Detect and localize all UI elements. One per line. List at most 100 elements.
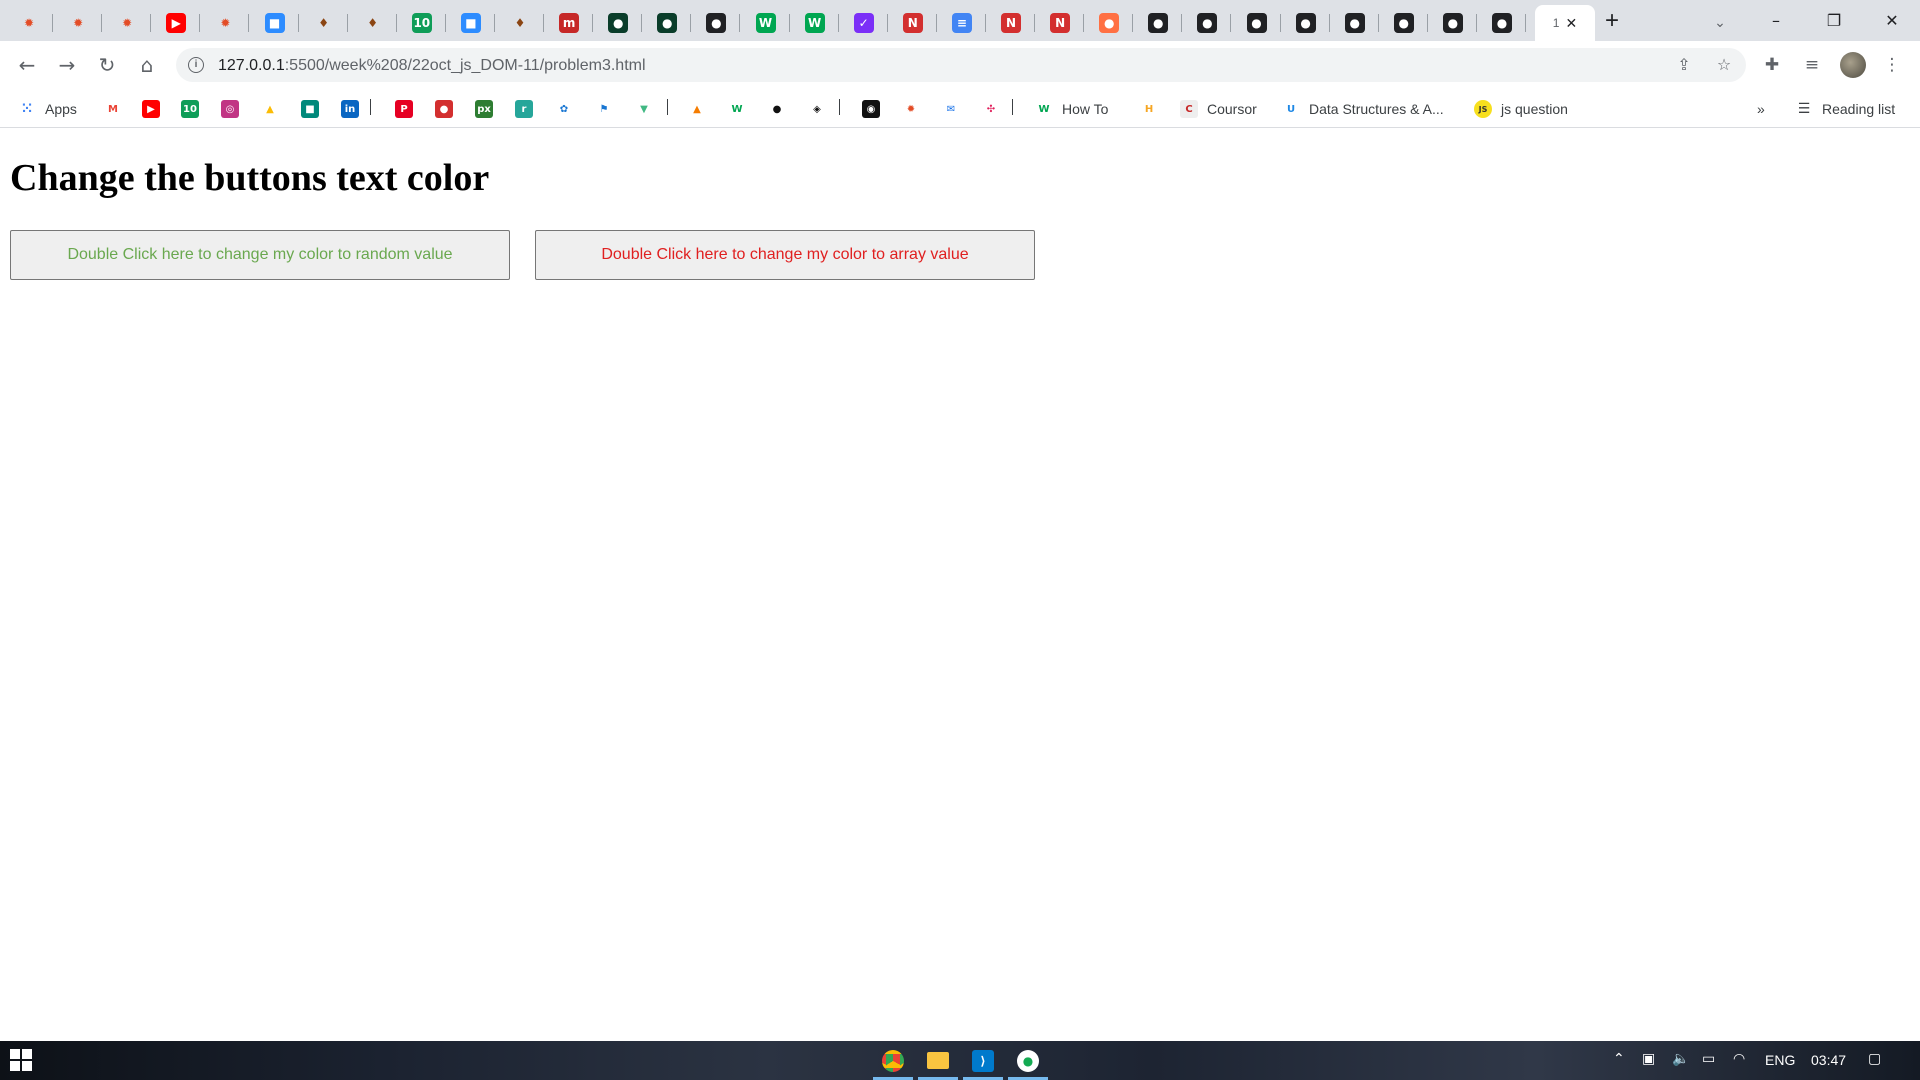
battery-icon[interactable]: ▭ [1702, 1051, 1715, 1067]
media-control-icon[interactable]: ≡ [1800, 53, 1824, 77]
bookmark-item[interactable]: ● [435, 98, 453, 120]
profile-avatar[interactable] [1840, 52, 1866, 78]
leaf-icon: ● [657, 13, 678, 33]
browser-tab[interactable]: ✹ [103, 5, 152, 41]
browser-tab[interactable]: ▶ [152, 5, 201, 41]
bookmark-item[interactable]: ▲ [261, 98, 279, 120]
browser-tab[interactable]: ● [594, 5, 643, 41]
taskbar-chrome-icon[interactable] [870, 1041, 916, 1080]
share-icon[interactable]: ⇪ [1673, 54, 1695, 76]
volume-icon[interactable]: 🔈 [1672, 1051, 1689, 1067]
browser-tab[interactable]: ● [1134, 5, 1183, 41]
browser-tab[interactable]: N [889, 5, 937, 41]
bookmark-item[interactable]: M [104, 98, 122, 120]
browser-tab[interactable]: ♦ [349, 5, 397, 41]
bookmark-item[interactable]: ◈ [808, 98, 826, 120]
browser-tab[interactable]: ● [1331, 5, 1379, 41]
home-button[interactable]: ⌂ [133, 51, 161, 79]
address-bar[interactable]: i 127.0.0.1:5500/week%208/22oct_js_DOM-1… [176, 48, 1746, 82]
bookmark-item[interactable]: ✹ [902, 98, 920, 120]
browser-tab[interactable]: ✓ [840, 5, 888, 41]
bookmark-item[interactable]: ◎ [221, 98, 239, 120]
browser-tab[interactable]: ■ [251, 5, 299, 41]
browser-tab[interactable]: ● [643, 5, 692, 41]
bookmark-item[interactable]: ✿ [555, 98, 573, 120]
browser-tab[interactable]: ● [1183, 5, 1232, 41]
browser-tab[interactable]: ■ [447, 5, 495, 41]
browser-tab[interactable]: ● [692, 5, 741, 41]
minimize-button[interactable]: – [1748, 0, 1804, 40]
network-monitor-icon[interactable]: ▣ [1642, 1051, 1655, 1067]
notifications-icon[interactable]: ▢ [1868, 1051, 1881, 1067]
wifi-icon[interactable]: ◠ [1733, 1051, 1745, 1067]
bookmark-how-to[interactable]: W How To [1035, 98, 1108, 120]
restore-button[interactable]: ❐ [1806, 0, 1862, 40]
bookmarks-overflow-button[interactable]: » [1757, 98, 1765, 120]
browser-tab[interactable]: N [987, 5, 1035, 41]
new-tab-button[interactable]: + [1598, 8, 1626, 36]
globe-icon: ● [706, 13, 727, 33]
bookmark-item[interactable]: ⚑ [595, 98, 613, 120]
globe-icon: ● [1393, 13, 1414, 33]
language-indicator[interactable]: ENG [1765, 1052, 1795, 1068]
bookmark-item[interactable]: W [728, 98, 746, 120]
bookmark-item[interactable]: 10 [181, 98, 199, 120]
folder-icon [927, 1052, 949, 1069]
browser-tab[interactable]: W [791, 5, 839, 41]
browser-tab[interactable]: ● [1429, 5, 1477, 41]
array-color-button[interactable]: Double Click here to change my color to … [535, 230, 1035, 280]
bookmark-item[interactable]: ● [768, 98, 786, 120]
bookmark-apps[interactable]: ⁙ Apps [18, 98, 77, 120]
clock[interactable]: 03:47 [1811, 1052, 1846, 1068]
bookmark-h[interactable]: H [1140, 98, 1158, 120]
browser-tab[interactable]: ✹ [54, 5, 103, 41]
bookmark-item[interactable]: in [341, 98, 359, 120]
bookmark-data-structures[interactable]: U Data Structures & A... [1282, 98, 1444, 120]
browser-tab[interactable]: ≡ [938, 5, 986, 41]
bookmark-item[interactable]: P [395, 98, 413, 120]
bookmark-item[interactable]: ▲ [688, 98, 706, 120]
extensions-icon[interactable]: ✚ [1760, 53, 1784, 77]
bookmark-coursor[interactable]: C Coursor [1180, 98, 1257, 120]
site-info-icon[interactable]: i [188, 57, 204, 73]
windows-start-icon[interactable] [10, 1049, 32, 1071]
tab-search-button[interactable]: ⌄ [1706, 8, 1734, 36]
bookmark-item[interactable]: r [515, 98, 533, 120]
url-text[interactable]: 127.0.0.1:5500/week%208/22oct_js_DOM-11/… [218, 57, 646, 75]
bookmark-star-icon[interactable]: ☆ [1713, 54, 1735, 76]
browser-tab[interactable]: ● [1085, 5, 1134, 41]
browser-tab[interactable]: ✹ [201, 5, 250, 41]
bookmark-item[interactable]: ✉ [942, 98, 960, 120]
close-window-button[interactable]: ✕ [1864, 0, 1920, 40]
bookmark-item[interactable]: ▶ [142, 98, 160, 120]
browser-tab[interactable]: ♦ [300, 5, 348, 41]
browser-tab[interactable]: ● [1478, 5, 1526, 41]
browser-tab[interactable]: ● [1282, 5, 1330, 41]
taskbar-vscode-icon[interactable]: ⟩ [960, 1041, 1006, 1080]
browser-tab[interactable]: N [1036, 5, 1085, 41]
bookmark-item[interactable]: ◉ [862, 98, 880, 120]
browser-tab[interactable]: ♦ [496, 5, 544, 41]
bookmark-item[interactable]: px [475, 98, 493, 120]
random-color-button[interactable]: Double Click here to change my color to … [10, 230, 510, 280]
browser-tab[interactable]: ✹ [5, 5, 53, 41]
menu-icon[interactable]: ⋮ [1880, 53, 1904, 77]
browser-tab[interactable]: m [545, 5, 594, 41]
taskbar-explorer-icon[interactable] [915, 1041, 961, 1080]
forward-button[interactable]: → [53, 51, 81, 79]
reload-button[interactable]: ↻ [93, 51, 121, 79]
bookmark-item[interactable]: ✣ [982, 98, 1000, 120]
browser-tab[interactable]: ● [1380, 5, 1428, 41]
back-button[interactable]: ← [13, 51, 41, 79]
browser-tab[interactable]: ● [1233, 5, 1281, 41]
active-tab[interactable]: 1 ✕ [1535, 5, 1595, 41]
bookmark-js-question[interactable]: JS js question [1474, 98, 1568, 120]
bookmark-item[interactable]: ■ [301, 98, 319, 120]
bookmark-item[interactable]: ▼ [635, 98, 653, 120]
taskbar-mongodb-icon[interactable]: ● [1005, 1041, 1051, 1080]
reading-list-button[interactable]: ☰ Reading list [1795, 98, 1895, 120]
browser-tab[interactable]: 10 [398, 5, 446, 41]
browser-tab[interactable]: W [742, 5, 790, 41]
close-tab-icon[interactable]: ✕ [1565, 15, 1577, 32]
show-hidden-icons-icon[interactable]: ⌃ [1613, 1051, 1625, 1067]
